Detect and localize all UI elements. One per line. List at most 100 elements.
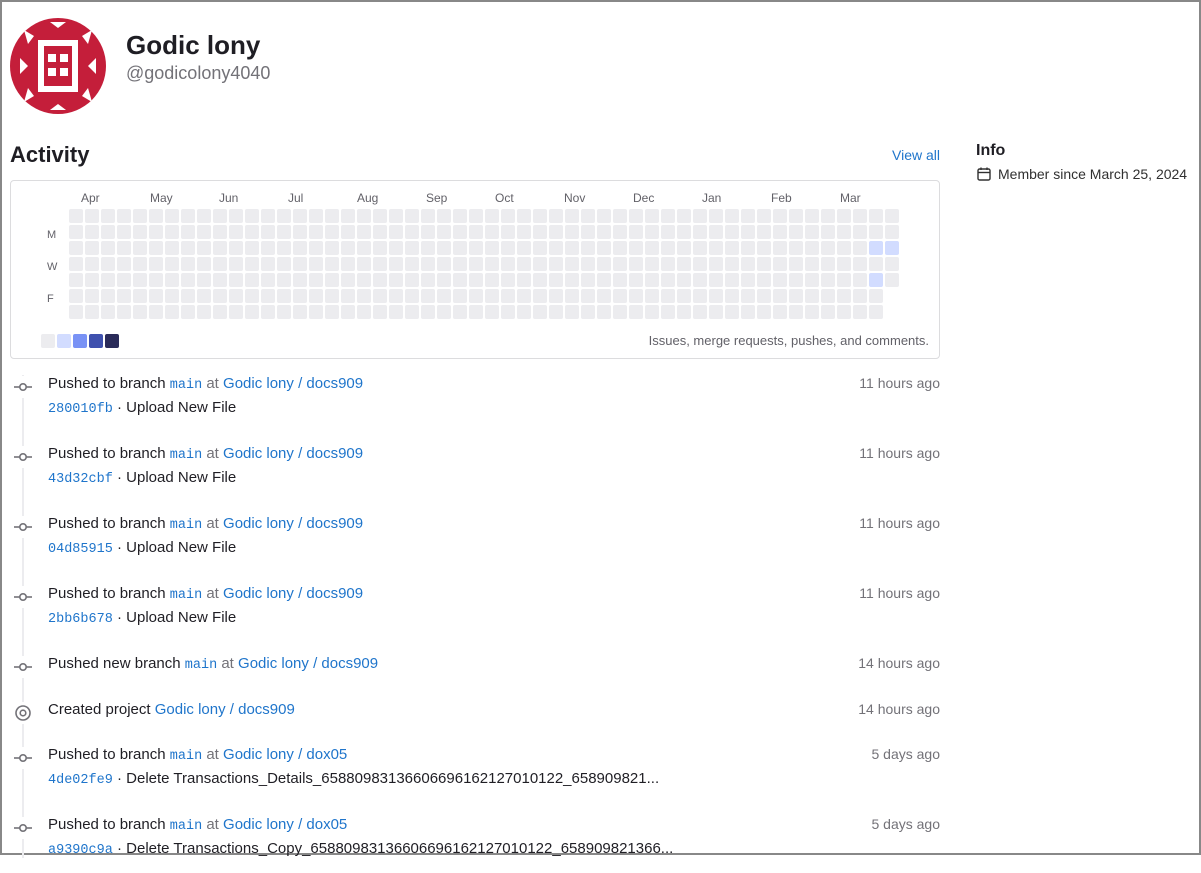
calendar-cell[interactable]: [741, 305, 755, 319]
calendar-cell[interactable]: [165, 241, 179, 255]
calendar-cell[interactable]: [165, 225, 179, 239]
calendar-cell[interactable]: [565, 225, 579, 239]
calendar-cell[interactable]: [437, 289, 451, 303]
calendar-cell[interactable]: [789, 257, 803, 271]
calendar-cell[interactable]: [645, 225, 659, 239]
calendar-cell[interactable]: [421, 305, 435, 319]
calendar-cell[interactable]: [213, 305, 227, 319]
calendar-cell[interactable]: [581, 273, 595, 287]
calendar-cell[interactable]: [757, 209, 771, 223]
calendar-cell[interactable]: [197, 305, 211, 319]
calendar-cell[interactable]: [485, 289, 499, 303]
calendar-cell[interactable]: [853, 225, 867, 239]
calendar-cell[interactable]: [245, 225, 259, 239]
calendar-cell[interactable]: [885, 209, 899, 223]
calendar-cell[interactable]: [837, 305, 851, 319]
calendar-cell[interactable]: [149, 289, 163, 303]
calendar-cell[interactable]: [309, 305, 323, 319]
calendar-cell[interactable]: [629, 305, 643, 319]
calendar-cell[interactable]: [549, 273, 563, 287]
calendar-cell[interactable]: [645, 273, 659, 287]
calendar-cell[interactable]: [533, 241, 547, 255]
calendar-cell[interactable]: [677, 289, 691, 303]
calendar-cell[interactable]: [597, 225, 611, 239]
calendar-cell[interactable]: [869, 209, 883, 223]
calendar-cell[interactable]: [293, 305, 307, 319]
calendar-cell[interactable]: [613, 241, 627, 255]
calendar-cell[interactable]: [629, 225, 643, 239]
calendar-cell[interactable]: [165, 289, 179, 303]
calendar-cell[interactable]: [341, 241, 355, 255]
calendar-cell[interactable]: [725, 257, 739, 271]
calendar-cell[interactable]: [453, 273, 467, 287]
calendar-cell[interactable]: [101, 273, 115, 287]
calendar-cell[interactable]: [565, 241, 579, 255]
calendar-cell[interactable]: [693, 305, 707, 319]
commit-sha-link[interactable]: 2bb6b678: [48, 612, 113, 627]
calendar-cell[interactable]: [789, 241, 803, 255]
calendar-cell[interactable]: [181, 209, 195, 223]
calendar-cell[interactable]: [885, 225, 899, 239]
calendar-cell[interactable]: [469, 225, 483, 239]
calendar-cell[interactable]: [453, 289, 467, 303]
calendar-cell[interactable]: [869, 305, 883, 319]
calendar-cell[interactable]: [405, 225, 419, 239]
calendar-cell[interactable]: [437, 305, 451, 319]
calendar-cell[interactable]: [869, 257, 883, 271]
calendar-cell[interactable]: [629, 273, 643, 287]
calendar-cell[interactable]: [85, 273, 99, 287]
branch-link[interactable]: main: [170, 448, 202, 463]
calendar-cell[interactable]: [597, 257, 611, 271]
calendar-cell[interactable]: [117, 225, 131, 239]
calendar-cell[interactable]: [869, 225, 883, 239]
calendar-cell[interactable]: [149, 225, 163, 239]
repo-link[interactable]: Godic lony / docs909: [155, 701, 295, 718]
calendar-cell[interactable]: [261, 273, 275, 287]
calendar-cell[interactable]: [277, 289, 291, 303]
calendar-cell[interactable]: [469, 273, 483, 287]
calendar-cell[interactable]: [85, 305, 99, 319]
calendar-cell[interactable]: [325, 257, 339, 271]
calendar-cell[interactable]: [69, 289, 83, 303]
calendar-cell[interactable]: [741, 225, 755, 239]
calendar-cell[interactable]: [581, 225, 595, 239]
calendar-cell[interactable]: [757, 241, 771, 255]
calendar-cell[interactable]: [165, 305, 179, 319]
calendar-cell[interactable]: [581, 289, 595, 303]
calendar-cell[interactable]: [613, 273, 627, 287]
calendar-cell[interactable]: [261, 305, 275, 319]
calendar-cell[interactable]: [357, 241, 371, 255]
repo-link[interactable]: Godic lony / docs909: [238, 655, 378, 672]
calendar-cell[interactable]: [725, 273, 739, 287]
calendar-cell[interactable]: [405, 289, 419, 303]
calendar-cell[interactable]: [485, 209, 499, 223]
calendar-cell[interactable]: [869, 289, 883, 303]
calendar-cell[interactable]: [437, 273, 451, 287]
calendar-cell[interactable]: [229, 289, 243, 303]
commit-sha-link[interactable]: 280010fb: [48, 402, 113, 417]
branch-link[interactable]: main: [170, 518, 202, 533]
calendar-cell[interactable]: [501, 289, 515, 303]
calendar-cell[interactable]: [341, 209, 355, 223]
calendar-cell[interactable]: [389, 273, 403, 287]
calendar-cell[interactable]: [453, 209, 467, 223]
calendar-cell[interactable]: [789, 305, 803, 319]
calendar-cell[interactable]: [597, 241, 611, 255]
commit-sha-link[interactable]: 04d85915: [48, 542, 113, 557]
calendar-cell[interactable]: [245, 273, 259, 287]
calendar-cell[interactable]: [181, 273, 195, 287]
calendar-cell[interactable]: [597, 273, 611, 287]
calendar-cell[interactable]: [341, 289, 355, 303]
calendar-cell[interactable]: [741, 257, 755, 271]
calendar-cell[interactable]: [885, 257, 899, 271]
calendar-cell[interactable]: [693, 225, 707, 239]
calendar-cell[interactable]: [309, 209, 323, 223]
calendar-cell[interactable]: [341, 257, 355, 271]
calendar-cell[interactable]: [677, 241, 691, 255]
calendar-cell[interactable]: [389, 209, 403, 223]
calendar-cell[interactable]: [293, 241, 307, 255]
calendar-cell[interactable]: [613, 305, 627, 319]
calendar-cell[interactable]: [357, 289, 371, 303]
repo-link[interactable]: Godic lony / dox05: [223, 746, 347, 763]
calendar-cell[interactable]: [325, 305, 339, 319]
